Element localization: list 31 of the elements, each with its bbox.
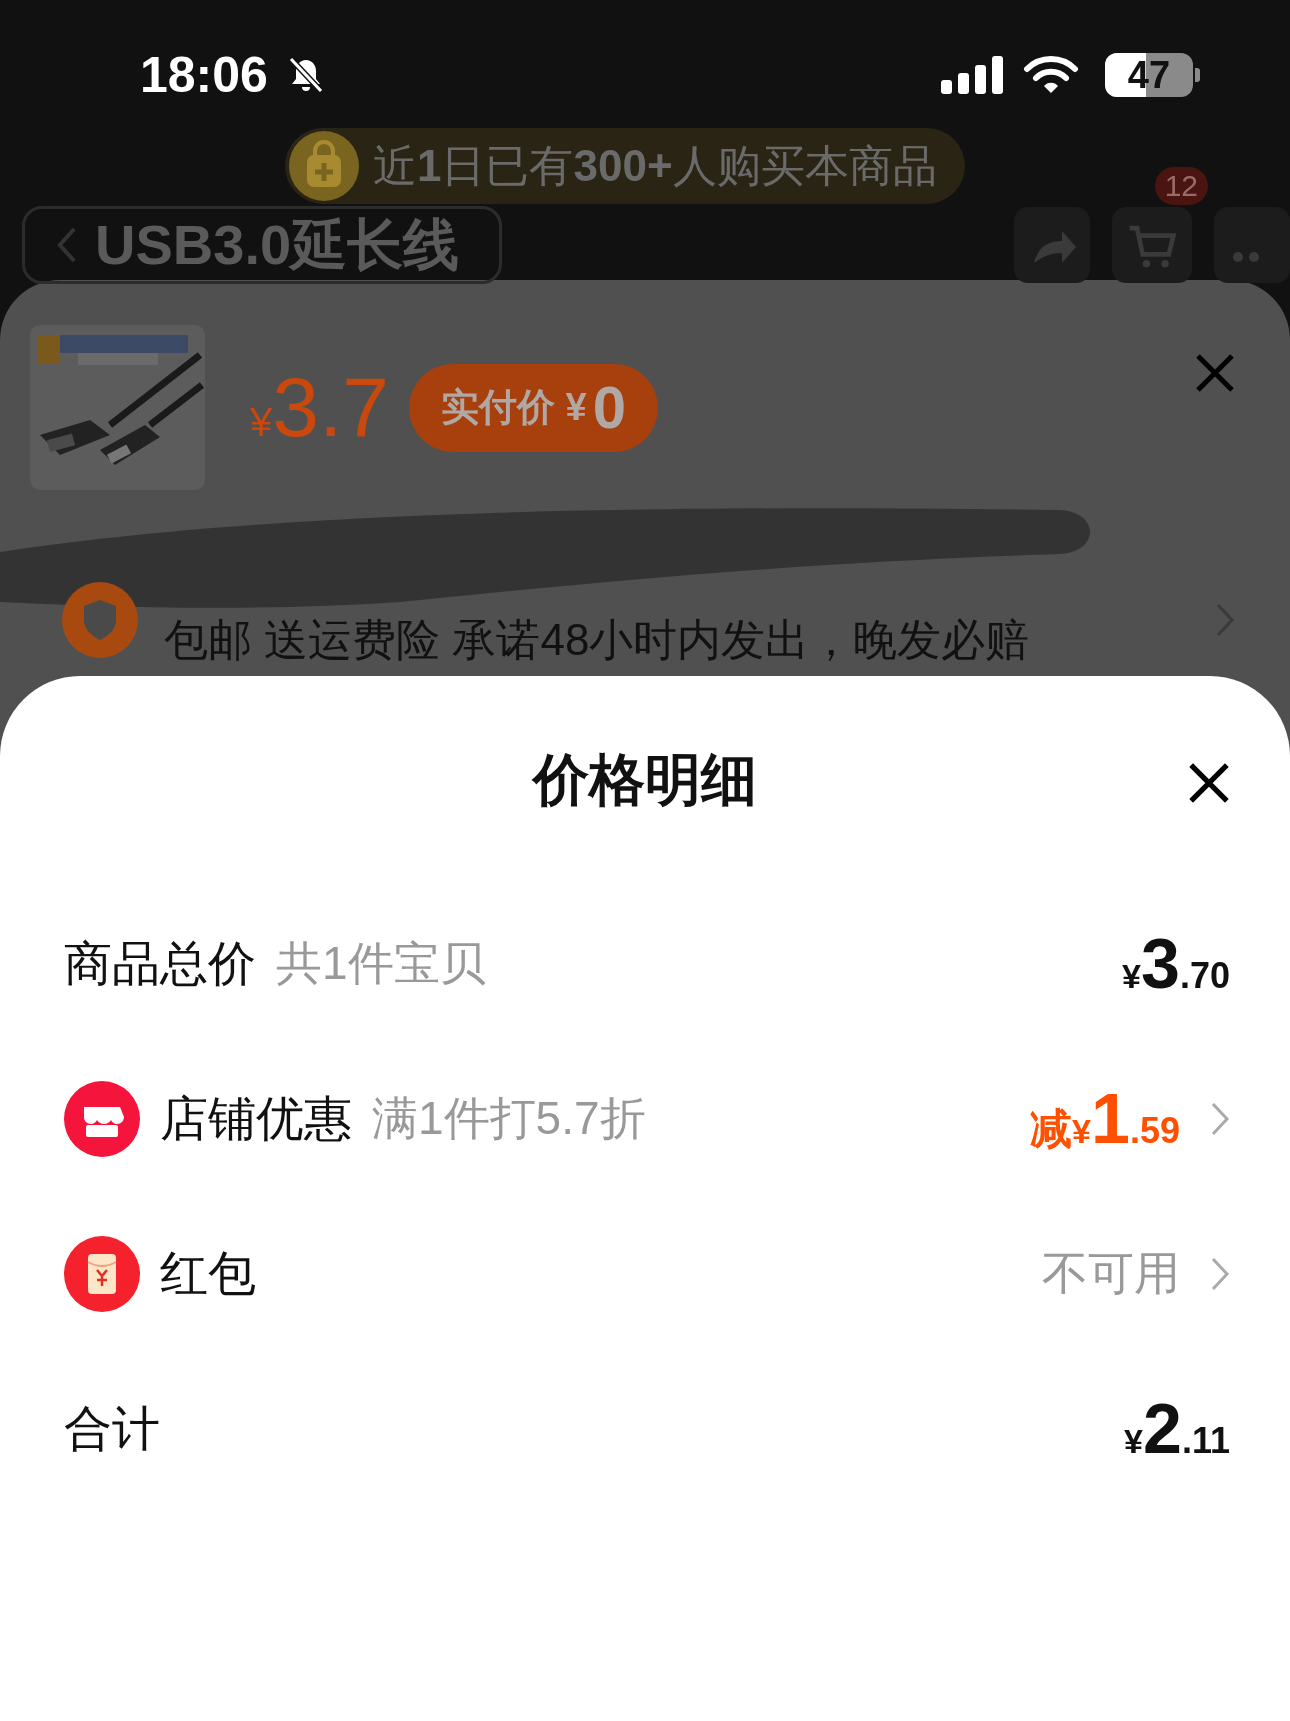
row-label: 店铺优惠 — [160, 1090, 352, 1147]
shipping-text: 包邮 送运费险 承诺48小时内发出，晚发必赔 — [164, 613, 1030, 666]
row-note: 共1件宝贝 — [276, 935, 486, 991]
sheet-title: 价格明细 — [533, 747, 757, 813]
row-value: 不可用 — [1042, 1245, 1180, 1301]
envelope-icon — [64, 1235, 140, 1312]
row-label: 合计 — [64, 1400, 160, 1457]
amount-text: ¥3.70 — [1122, 923, 1230, 1004]
shop-icon — [64, 1080, 140, 1157]
row-note: 满1件打5.7折 — [372, 1090, 646, 1146]
paid-price-badge: 实付价 ¥0 — [409, 363, 659, 452]
amount-text: 减¥1.59 — [1030, 1078, 1180, 1159]
shopping-bag-icon — [289, 131, 359, 201]
shield-icon — [62, 582, 138, 658]
buyers-count-text: 近1日已有300+人购买本商品 — [373, 139, 937, 192]
row-label: 红包 — [160, 1245, 256, 1302]
share-icon[interactable] — [1014, 207, 1090, 283]
status-time: 18:06 — [140, 46, 268, 104]
wifi-icon — [1023, 55, 1079, 95]
row-label: 商品总价 — [64, 935, 256, 992]
close-icon[interactable] — [1188, 762, 1230, 804]
back-icon[interactable] — [55, 225, 79, 265]
cart-badge: 12 — [1154, 167, 1208, 205]
amount-text: ¥2.11 — [1124, 1388, 1230, 1469]
more-icon[interactable] — [1214, 207, 1290, 283]
chevron-right-icon[interactable] — [1210, 1100, 1230, 1137]
search-title-bar[interactable]: USB3.0延长线 — [22, 206, 503, 284]
cart-button[interactable] — [1112, 207, 1192, 283]
signal-icon — [941, 56, 1005, 94]
product-price: ¥3.7 — [250, 359, 390, 456]
chevron-right-icon[interactable] — [1210, 1255, 1230, 1292]
